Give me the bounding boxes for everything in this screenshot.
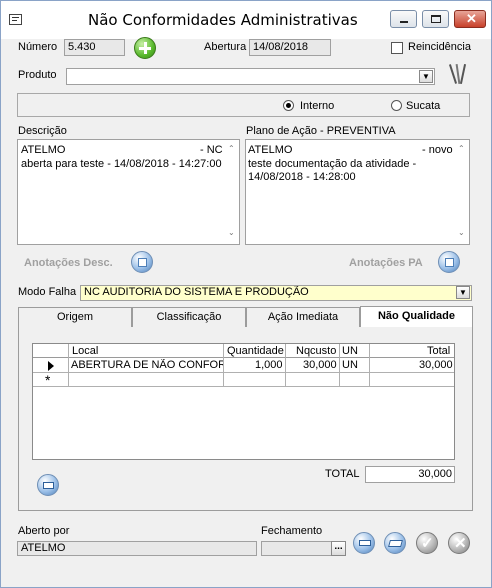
row-selector-icon[interactable] <box>48 361 54 371</box>
reincidencia-checkbox[interactable] <box>391 42 403 54</box>
minimize-button[interactable] <box>390 10 417 28</box>
new-row-marker[interactable]: * <box>45 372 50 388</box>
modo-falha-label: Modo Falha <box>18 286 77 298</box>
confirm-button[interactable]: ✓ <box>416 532 438 554</box>
check-icon: ✓ <box>421 535 434 552</box>
maximize-icon <box>431 15 441 23</box>
numero-label: Número <box>18 41 58 53</box>
tools-icon[interactable] <box>448 62 468 86</box>
total-label: TOTAL <box>325 468 360 480</box>
scan-button[interactable] <box>384 532 406 554</box>
cancel-x-icon: ✕ <box>454 535 467 552</box>
total-field[interactable]: 30,000 <box>365 466 455 483</box>
col-header-nqcusto[interactable]: Nqcusto <box>296 345 336 357</box>
interno-radio[interactable] <box>283 100 294 111</box>
minimize-icon <box>400 21 408 23</box>
scroll-down-icon[interactable]: ⌄ <box>228 228 235 237</box>
aberto-por-label: Aberto por <box>18 525 70 537</box>
tab-origem[interactable]: Origem <box>18 307 132 327</box>
produto-dropdown-arrow-icon[interactable]: ▼ <box>419 70 433 83</box>
modo-falha-dropdown-arrow-icon[interactable]: ▼ <box>456 286 470 299</box>
abertura-label: Abertura <box>204 41 247 53</box>
scanner-icon <box>388 540 403 547</box>
table-row-total[interactable]: 30,000 <box>419 359 453 371</box>
col-header-local[interactable]: Local <box>72 345 98 357</box>
descricao-textarea[interactable]: ATELMO - NC aberta para teste - 14/08/20… <box>17 139 240 245</box>
anotacoes-pa-button[interactable] <box>438 251 460 273</box>
grid-action-button[interactable] <box>37 474 59 496</box>
anotacoes-pa-label: Anotações PA <box>349 257 423 269</box>
tab-nao-qualidade[interactable]: Não Qualidade <box>360 306 473 328</box>
table-row-quantidade[interactable]: 1,000 <box>255 359 283 371</box>
descricao-line1-right: - NC <box>200 144 223 156</box>
plano-label: Plano de Ação - PREVENTIVA <box>246 125 396 137</box>
ellipsis-icon: ... <box>334 541 343 552</box>
scroll-down-icon[interactable]: ⌄ <box>458 228 465 237</box>
table-row-local[interactable]: ABERTURA DE NÃO CONFOR <box>71 359 223 371</box>
fechamento-field[interactable] <box>261 541 333 556</box>
produto-select[interactable] <box>66 68 435 85</box>
descricao-label: Descrição <box>18 125 67 137</box>
document-icon <box>43 482 54 489</box>
plano-line1-left: ATELMO <box>248 144 293 156</box>
plano-line3: 14/08/2018 - 14:28:00 <box>248 171 356 183</box>
reincidencia-label: Reincidência <box>408 41 471 53</box>
note-icon <box>138 258 147 267</box>
aberto-por-field[interactable]: ATELMO <box>17 541 257 556</box>
descricao-line1-left: ATELMO <box>21 144 66 156</box>
scroll-up-icon[interactable]: ⌃ <box>458 144 465 153</box>
note-icon <box>445 258 454 267</box>
plano-line2: teste documentação da atividade - <box>248 158 417 170</box>
tab-classificacao[interactable]: Classificação <box>132 307 246 327</box>
plano-textarea[interactable]: ATELMO - novo teste documentação da ativ… <box>245 139 470 245</box>
sucata-label: Sucata <box>406 100 441 112</box>
total-value: 30,000 <box>418 468 452 480</box>
add-icon[interactable] <box>134 37 156 59</box>
anotacoes-desc-button[interactable] <box>131 251 153 273</box>
maximize-button[interactable] <box>422 10 449 28</box>
plano-scrollbar[interactable]: ⌃ ⌄ <box>455 140 469 244</box>
printer-icon <box>359 540 371 546</box>
produto-label: Produto <box>18 69 57 81</box>
tab-acao-imediata[interactable]: Ação Imediata <box>246 307 360 327</box>
fechamento-label: Fechamento <box>261 525 323 537</box>
modo-falha-select[interactable]: NC AUDITORIA DO SISTEMA E PRODUÇÃO <box>80 285 472 301</box>
numero-field[interactable]: 5.430 <box>64 39 125 56</box>
close-button[interactable]: ✕ <box>454 10 486 28</box>
table-row-un[interactable]: UN <box>342 359 358 371</box>
col-header-un[interactable]: UN <box>342 345 358 357</box>
plano-line1-right: - novo <box>422 144 453 156</box>
abertura-field[interactable]: 14/08/2018 <box>249 39 331 56</box>
app-icon[interactable] <box>9 14 22 25</box>
window-title: Não Conformidades Administrativas <box>88 11 358 29</box>
table-row-nqcusto[interactable]: 30,000 <box>303 359 337 371</box>
date-picker-button[interactable]: ... <box>331 541 346 556</box>
origin-panel <box>17 93 470 117</box>
sucata-radio[interactable] <box>391 100 402 111</box>
anotacoes-desc-label: Anotações Desc. <box>24 257 113 269</box>
title-bar: Não Conformidades Administrativas ✕ <box>1 1 491 39</box>
close-icon: ✕ <box>466 11 477 26</box>
scroll-up-icon[interactable]: ⌃ <box>228 144 235 153</box>
interno-label: Interno <box>300 100 335 112</box>
col-header-total[interactable]: Total <box>427 345 450 357</box>
col-header-quantidade[interactable]: Quantidade <box>227 345 284 357</box>
print-button[interactable] <box>353 532 375 554</box>
main-window: Não Conformidades Administrativas ✕ Núme… <box>0 0 492 588</box>
cancel-button[interactable]: ✕ <box>448 532 470 554</box>
descricao-line2: aberta para teste - 14/08/2018 - 14:27:0… <box>21 158 222 170</box>
descricao-scrollbar[interactable]: ⌃ ⌄ <box>225 140 239 244</box>
